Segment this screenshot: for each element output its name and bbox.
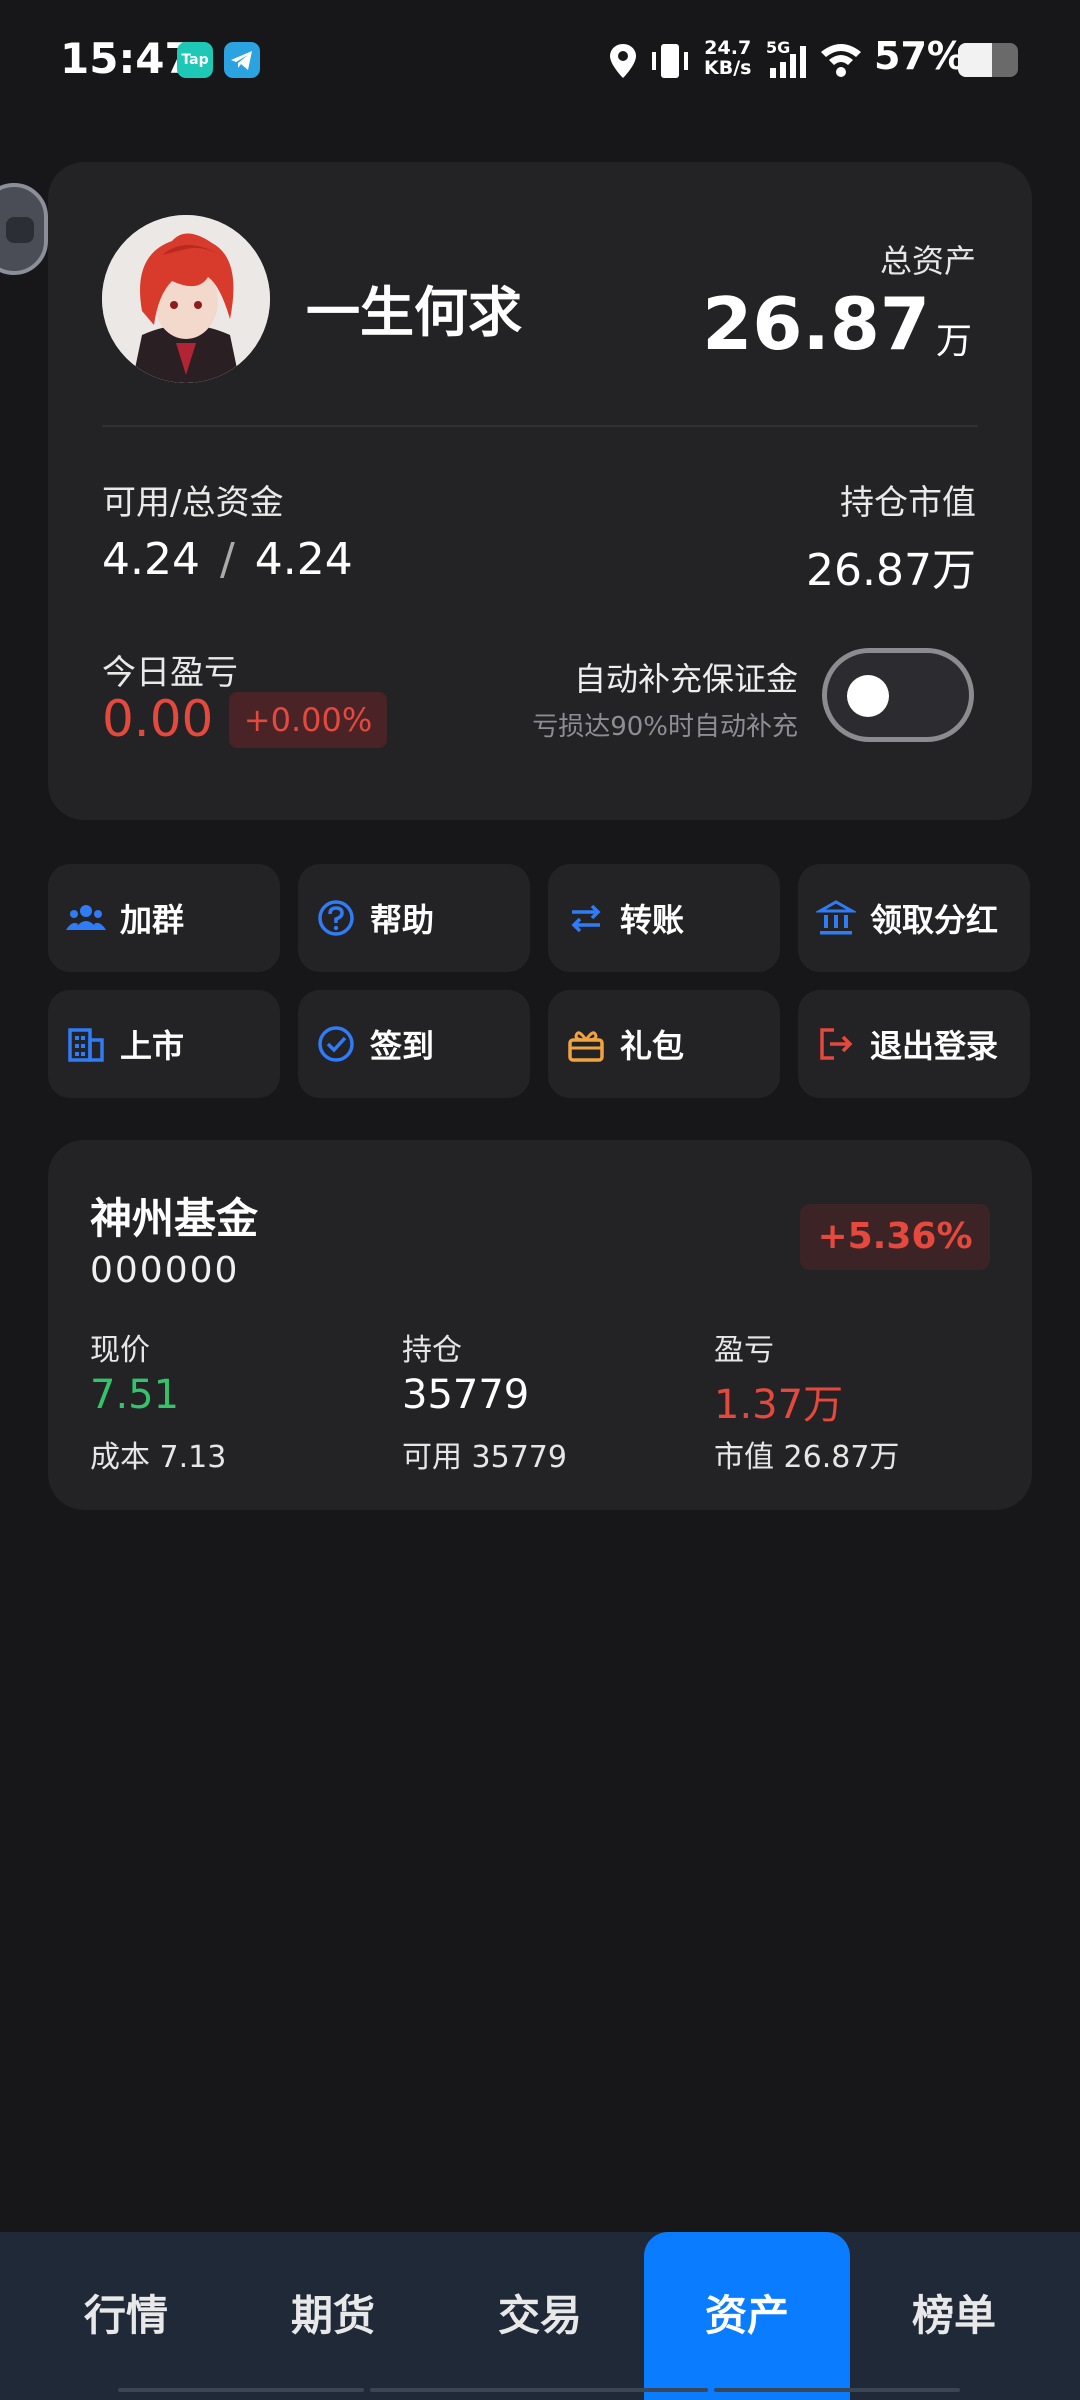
transfer-label: 转账 (620, 901, 685, 939)
nav-bottom-line (370, 2388, 708, 2392)
auto-margin-description: 亏损达90%时自动补充 (532, 712, 798, 742)
total-assets-label: 总资产 (879, 242, 976, 280)
battery-icon (958, 43, 1018, 77)
position-value-label: 持仓市值 (840, 483, 976, 523)
join-group-button[interactable]: 加群 (48, 864, 280, 972)
logout-icon (816, 1024, 856, 1064)
available-shares: 可用 35779 (402, 1440, 567, 1475)
floating-assistant-button[interactable] (0, 183, 48, 275)
listing-label: 上市 (120, 1027, 185, 1065)
check-in-label: 签到 (370, 1027, 435, 1065)
status-time: 15:47 (60, 34, 194, 83)
nav-tab-futures[interactable]: 期货 (233, 2232, 433, 2400)
holding-value: 35779 (402, 1372, 530, 1418)
total-assets-value: 26.87 (702, 282, 930, 366)
username: 一生何求 (306, 281, 522, 344)
available-funds-label: 可用/总资金 (102, 483, 284, 523)
holding-label: 持仓 (402, 1333, 462, 1368)
transfer-icon (566, 898, 606, 938)
gift-pack-label: 礼包 (620, 1027, 685, 1065)
available-funds-value: 4.24 / 4.24 (102, 534, 353, 585)
today-pnl-percent-badge: +0.00% (229, 692, 387, 748)
nav-bottom-line (118, 2388, 364, 2392)
location-icon (608, 42, 638, 80)
telegram-icon (224, 42, 260, 78)
today-pnl-label: 今日盈亏 (102, 653, 238, 693)
help-icon (316, 898, 356, 938)
price-value: 7.51 (90, 1372, 180, 1418)
wifi-icon (818, 38, 864, 80)
transfer-button[interactable]: 转账 (548, 864, 780, 972)
fund-code: 000000 (90, 1250, 240, 1291)
tap-app-icon: Tap (177, 42, 213, 78)
avatar[interactable] (102, 215, 270, 383)
gift-pack-button[interactable]: 礼包 (548, 990, 780, 1098)
nav-tab-trade[interactable]: 交易 (440, 2232, 640, 2400)
market-value: 市值 26.87万 (714, 1440, 900, 1475)
total-assets-unit: 万 (936, 321, 973, 362)
card-divider (102, 425, 978, 427)
today-pnl-value: 0.00 (102, 690, 214, 748)
net-speed: 24.7 KB/s (704, 37, 752, 79)
battery-fill (958, 43, 993, 77)
nav-tab-market[interactable]: 行情 (26, 2232, 226, 2400)
claim-dividend-button[interactable]: 领取分红 (798, 864, 1030, 972)
vibrate-icon (648, 42, 692, 80)
cost-value: 成本 7.13 (90, 1440, 227, 1475)
nav-bottom-line (714, 2388, 960, 2392)
check-circle-icon (316, 1024, 356, 1064)
check-in-button[interactable]: 签到 (298, 990, 530, 1098)
nav-tab-ranking[interactable]: 榜单 (854, 2232, 1054, 2400)
toggle-knob (847, 675, 889, 717)
claim-dividend-label: 领取分红 (870, 901, 999, 939)
position-value: 26.87万 (806, 545, 976, 596)
battery-percent: 57% (874, 34, 965, 78)
help-label: 帮助 (370, 901, 435, 939)
pnl-value: 1.37万 (714, 1382, 844, 1428)
price-label: 现价 (90, 1333, 150, 1368)
bank-icon (814, 898, 858, 938)
join-group-label: 加群 (120, 901, 185, 939)
assistant-icon (6, 217, 34, 243)
listing-button[interactable]: 上市 (48, 990, 280, 1098)
signal-icon: 5G (764, 38, 812, 82)
nav-tab-assets[interactable]: 资产 (647, 2232, 847, 2400)
logout-label: 退出登录 (870, 1027, 999, 1065)
pnl-label: 盈亏 (714, 1333, 774, 1368)
gift-icon (566, 1024, 606, 1064)
logout-button[interactable]: 退出登录 (798, 990, 1030, 1098)
building-icon (66, 1024, 106, 1064)
auto-margin-label: 自动补充保证金 (573, 660, 798, 698)
fund-change-badge: +5.36% (800, 1204, 990, 1270)
fund-name: 神州基金 (90, 1194, 259, 1243)
auto-margin-toggle[interactable] (822, 648, 974, 742)
group-icon (66, 898, 106, 938)
help-button[interactable]: 帮助 (298, 864, 530, 972)
